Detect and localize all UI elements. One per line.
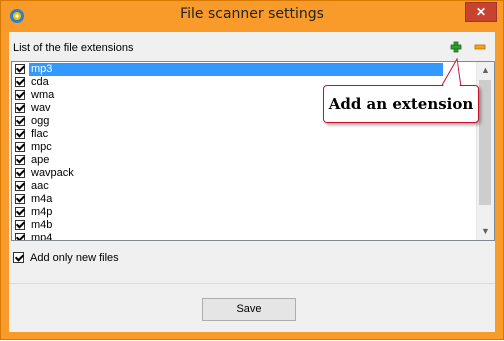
list-item-label: m4b (31, 219, 53, 231)
list-item[interactable]: wavpack (13, 167, 473, 180)
minus-icon[interactable] (474, 41, 486, 53)
list-item-label: mp4 (31, 232, 53, 241)
list-item-label: wavpack (31, 167, 74, 179)
list-item[interactable]: mp3 (13, 63, 473, 76)
list-item-checkbox[interactable] (15, 103, 25, 113)
list-item-checkbox[interactable] (15, 168, 25, 178)
list-item-checkbox[interactable] (15, 142, 25, 152)
list-item-label: ogg (31, 115, 50, 127)
plus-icon[interactable] (450, 41, 462, 53)
list-item-label: m4a (31, 193, 53, 205)
add-only-new-files-label: Add only new files (30, 252, 119, 264)
list-item[interactable]: m4p (13, 206, 473, 219)
list-item-label: mpc (31, 141, 52, 153)
list-item-checkbox[interactable] (15, 116, 25, 126)
list-item-label: m4p (31, 206, 53, 218)
list-item-checkbox[interactable] (15, 90, 25, 100)
list-item-checkbox[interactable] (15, 64, 25, 74)
list-item[interactable]: mp4 (13, 232, 473, 241)
list-item[interactable]: ape (13, 154, 473, 167)
list-item-label: wma (31, 89, 55, 101)
list-item[interactable]: m4a (13, 193, 473, 206)
footer-divider (9, 283, 495, 284)
list-item-label: flac (31, 128, 49, 140)
list-item-label: wav (31, 102, 51, 114)
list-item-label: ape (31, 154, 50, 166)
list-item-checkbox[interactable] (15, 207, 25, 217)
list-item[interactable]: mpc (13, 141, 473, 154)
scroll-up-icon[interactable]: ▲ (477, 62, 494, 79)
list-item-checkbox[interactable] (15, 194, 25, 204)
list-item-label: cda (31, 76, 49, 88)
list-item-checkbox[interactable] (15, 77, 25, 87)
window-title: File scanner settings (180, 6, 324, 22)
list-item[interactable]: aac (13, 180, 473, 193)
list-item-label: mp3 (29, 63, 443, 76)
add-extension-callout: Add an extension (323, 85, 479, 123)
settings-window: File scanner settings ✕ List of the file… (0, 0, 504, 340)
list-item-checkbox[interactable] (15, 233, 25, 240)
list-item-checkbox[interactable] (15, 155, 25, 165)
list-item-label: aac (31, 180, 49, 192)
title-bar[interactable]: File scanner settings ✕ (1, 1, 503, 31)
list-header: List of the file extensions (13, 42, 134, 54)
list-item-checkbox[interactable] (15, 220, 25, 230)
save-button[interactable]: Save (202, 298, 296, 321)
add-only-new-files-checkbox[interactable] (13, 252, 24, 263)
list-item-checkbox[interactable] (15, 129, 25, 139)
list-item-checkbox[interactable] (15, 181, 25, 191)
dialog-body: List of the file extensions ▲ ▼ mp3 cda wm… (9, 32, 495, 332)
close-button[interactable]: ✕ (465, 2, 497, 22)
list-item[interactable]: m4b (13, 219, 473, 232)
scroll-thumb[interactable] (479, 80, 491, 205)
list-item[interactable]: flac (13, 128, 473, 141)
scroll-down-icon[interactable]: ▼ (477, 223, 494, 240)
